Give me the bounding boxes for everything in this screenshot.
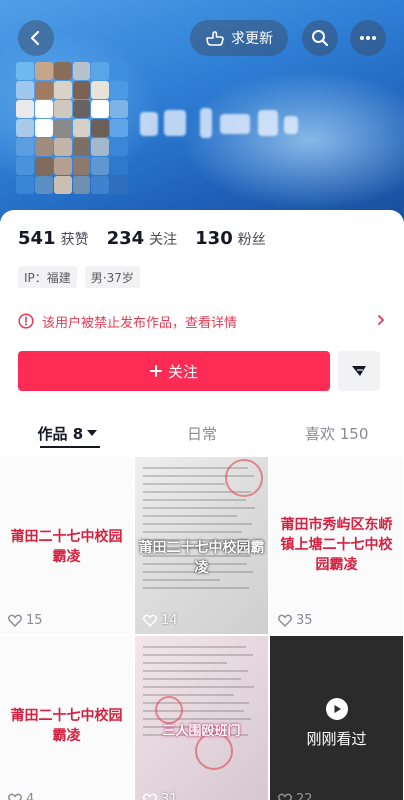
video-title: 莆田二十七中校园霸凌	[10, 529, 123, 565]
likes-count: 4	[26, 792, 35, 800]
likes-count: 22	[296, 792, 313, 800]
heart-icon	[143, 793, 157, 800]
tab-label: 喜欢 150	[304, 424, 369, 443]
profile-tabs: 作品 8 日常 喜欢 150	[0, 416, 404, 450]
stat-label: 粉丝	[237, 232, 266, 248]
back-button[interactable]	[18, 20, 54, 56]
tab-daily[interactable]: 日常	[135, 416, 270, 450]
hand-point-icon	[206, 31, 224, 46]
caret-down-icon	[87, 430, 98, 436]
avatar[interactable]	[16, 62, 128, 194]
stat-label: 关注	[149, 232, 178, 248]
video-likes: 31	[143, 792, 178, 800]
video-likes: 22	[278, 792, 313, 800]
active-tab-indicator	[40, 446, 100, 448]
video-likes: 4	[8, 792, 34, 800]
heart-icon	[143, 614, 157, 627]
heart-icon	[8, 614, 22, 627]
tab-likes[interactable]: 喜欢 150	[269, 416, 404, 450]
likes-count: 35	[296, 613, 313, 628]
request-update-label: 求更新	[231, 31, 273, 47]
video-title: 莆田市秀屿区东峤镇上塘二十七中校园霸凌	[280, 517, 393, 573]
warning-circle-icon	[18, 313, 34, 329]
video-title: 莆田二十七中校园霸凌	[138, 540, 265, 576]
heart-icon	[278, 793, 292, 800]
ban-notice-text: 该用户被禁止发布作品，查看详情	[42, 315, 238, 331]
gender-age-tag: 男·37岁	[84, 266, 140, 288]
request-update-button[interactable]: 求更新	[190, 20, 288, 56]
chevron-left-icon	[30, 30, 40, 46]
profile-tags: IP：福建 男·37岁	[18, 266, 140, 288]
ban-notice[interactable]: 该用户被禁止发布作品，查看详情	[18, 310, 388, 332]
recently-watched-label: 刚刚看过	[306, 730, 367, 748]
video-grid: 莆田二十七中校园霸凌 15 莆田二十七中校园霸凌 14 莆田市秀屿区东峤镇上塘二…	[0, 457, 404, 800]
video-thumbnail[interactable]: 莆田二十七中校园霸凌 4	[0, 636, 133, 800]
profile-banner: 求更新	[0, 0, 404, 225]
follow-button[interactable]: 关注	[18, 351, 330, 391]
dropdown-arrow-icon	[352, 366, 366, 376]
avatar-mosaic	[16, 62, 128, 194]
video-thumbnail[interactable]: 莆田二十七中校园霸凌 15	[0, 457, 133, 634]
tab-works[interactable]: 作品 8	[0, 416, 135, 450]
recently-watched-overlay: 刚刚看过	[270, 698, 403, 749]
stat-followers[interactable]: 130 粉丝	[195, 228, 266, 249]
stat-number: 234	[106, 228, 145, 249]
video-likes: 14	[143, 613, 178, 628]
video-likes: 15	[8, 613, 43, 628]
ip-tag: IP：福建	[18, 266, 77, 288]
heart-icon	[278, 614, 292, 627]
stamp-mark	[225, 459, 263, 497]
stat-following[interactable]: 234 关注	[107, 228, 178, 249]
username-blurred	[140, 100, 300, 150]
tab-label: 日常	[187, 424, 218, 443]
stat-number: 541	[18, 228, 56, 249]
recommend-toggle-button[interactable]	[338, 351, 380, 391]
video-thumbnail[interactable]: 刚刚看过 22	[270, 636, 403, 800]
video-thumbnail[interactable]: 莆田二十七中校园霸凌 14	[135, 457, 268, 634]
more-dots-icon	[360, 36, 376, 40]
stat-label: 获赞	[60, 232, 89, 248]
profile-screen: 求更新 541 获赞 234 关注 130 粉丝 IP：福建 男·37岁 该用户…	[0, 0, 404, 800]
play-icon	[325, 698, 348, 720]
search-button[interactable]	[302, 20, 338, 56]
heart-icon	[8, 793, 22, 800]
profile-stats: 541 获赞 234 关注 130 粉丝	[18, 228, 266, 249]
stat-likes[interactable]: 541 获赞	[18, 228, 89, 249]
video-thumbnail[interactable]: 三人围殴班门 31	[135, 636, 268, 800]
follow-label: 关注	[167, 362, 198, 381]
likes-count: 14	[161, 613, 178, 628]
likes-count: 15	[26, 613, 43, 628]
video-likes: 35	[278, 613, 313, 628]
likes-count: 31	[161, 792, 178, 800]
more-button[interactable]	[350, 20, 386, 56]
search-icon	[312, 30, 329, 47]
video-title: 三人围殴班门	[162, 724, 241, 739]
tab-label: 作品 8	[37, 424, 84, 443]
plus-icon	[149, 365, 162, 377]
video-thumbnail[interactable]: 莆田市秀屿区东峤镇上塘二十七中校园霸凌 35	[270, 457, 403, 634]
chevron-right-icon	[378, 315, 384, 325]
video-title: 莆田二十七中校园霸凌	[10, 708, 123, 744]
stat-number: 130	[195, 228, 233, 249]
